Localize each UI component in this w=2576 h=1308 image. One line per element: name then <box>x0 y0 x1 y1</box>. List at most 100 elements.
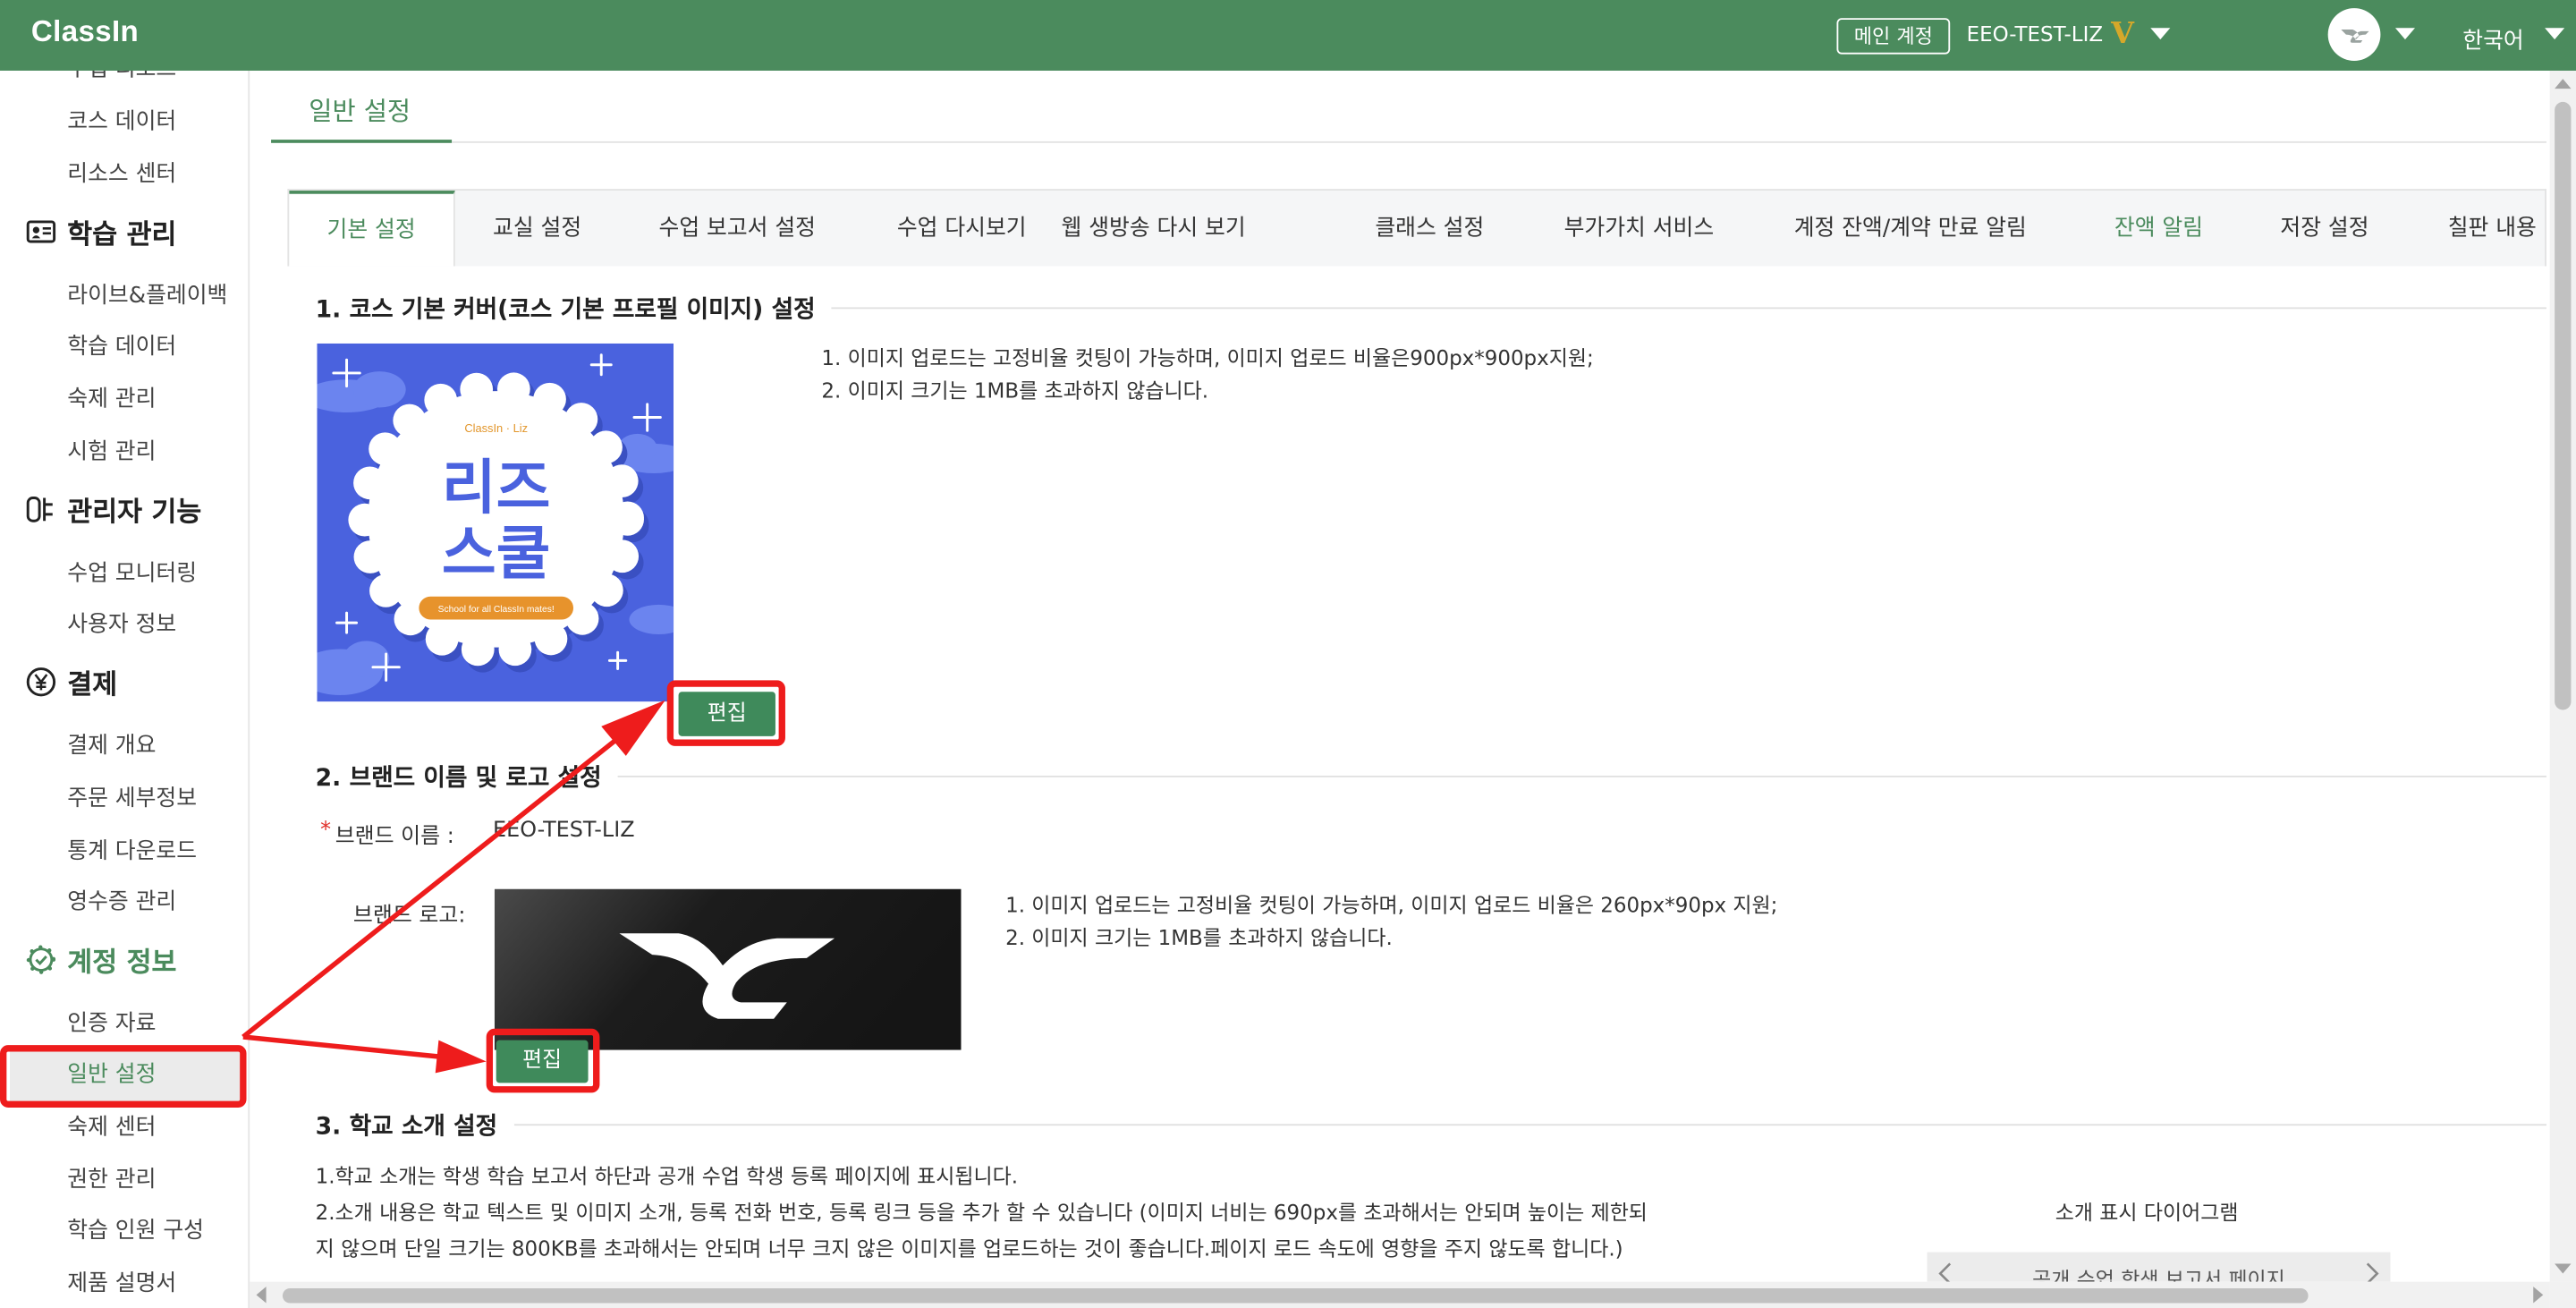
tab-basic-settings[interactable]: 기본 설정 <box>289 191 455 267</box>
horizontal-scroll-thumb[interactable] <box>282 1288 2309 1304</box>
brand-note-2: 2. 이미지 크기는 1MB를 초과하지 않습니다. <box>1005 925 1393 950</box>
settings-tabs: 기본 설정 교실 설정 수업 보고서 설정 수업 다시보기 웹 생방송 다시 보… <box>287 189 2546 267</box>
scrollbar-corner <box>2549 1281 2576 1308</box>
sidebar-section-admin[interactable]: 관리자 기능 <box>25 483 202 536</box>
chevron-down-icon[interactable] <box>2545 28 2565 40</box>
chevron-down-icon[interactable] <box>2394 28 2415 40</box>
sidebar-item-exams[interactable]: 시험 관리 <box>67 426 156 479</box>
app-window: 일반 설정 기본 설정 교실 설정 수업 보고서 설정 수업 다시보기 웹 생방… <box>0 0 2576 1308</box>
required-mark: * <box>320 818 332 844</box>
tab-classroom-settings[interactable]: 교실 설정 <box>493 191 581 266</box>
scroll-up-icon[interactable] <box>2555 79 2572 89</box>
sidebar-section-learning-management[interactable]: 학습 관리 <box>25 206 177 259</box>
intro-preview: 공개 수업 학생 보고서 페이지 <box>1927 1252 2391 1282</box>
sidebar-section-label: 결제 <box>67 668 118 701</box>
sidebar: 수업 리소스 코스 데이터 리소스 센터 학습 관리 라이브&플레이백 학습 데… <box>0 0 250 1308</box>
page-title-tab[interactable]: 일반 설정 <box>309 92 411 128</box>
sidebar-section-label: 계정 정보 <box>67 946 177 978</box>
sidebar-item-certification[interactable]: 인증 자료 <box>67 998 156 1050</box>
brand-name-value: EEO-TEST-LIZ <box>493 818 635 844</box>
edit-cover-button[interactable]: 편집 <box>678 692 775 736</box>
account-name[interactable]: EEO-TEST-LIZ <box>1967 21 2104 47</box>
avatar[interactable] <box>2327 8 2381 61</box>
top-header: ClassIn 메인 계정 EEO-TEST-LIZ V 한국어 <box>0 0 2576 71</box>
intro-line-1: 1.학교 소개는 학생 학습 보고서 하단과 공개 수업 학생 등록 페이지에 … <box>315 1163 1019 1188</box>
divider <box>452 140 2546 143</box>
tab-web-live-replay[interactable]: 웹 생방송 다시 보기 <box>1062 191 1246 266</box>
tab-blackboard-content[interactable]: 칠판 내용 <box>2448 191 2537 266</box>
brand-note-1: 1. 이미지 업로드는 고정비율 컷팅이 가능하며, 이미지 업로드 비율은 2… <box>1005 892 1778 917</box>
scroll-left-icon[interactable] <box>256 1287 267 1304</box>
sidebar-item-class-monitoring[interactable]: 수업 모니터링 <box>67 548 197 600</box>
tab-value-added-services[interactable]: 부가가치 서비스 <box>1564 191 1715 266</box>
cover-title-line1: 리즈 <box>442 454 551 522</box>
sidebar-item-course-data[interactable]: 코스 데이터 <box>67 96 176 149</box>
sidebar-item-learner-composition[interactable]: 학습 인원 구성 <box>67 1204 204 1257</box>
section-course-cover: 1. 코스 기본 커버(코스 기본 프로필 이미지) 설정 <box>316 291 2546 324</box>
cover-title-line2: 스쿨 <box>442 519 551 588</box>
sidebar-item-stats-download[interactable]: 통계 다운로드 <box>67 825 197 878</box>
chevron-down-icon[interactable] <box>2150 28 2171 40</box>
sidebar-item-general-settings[interactable]: 일반 설정 <box>67 1049 156 1101</box>
main-content: 일반 설정 기본 설정 교실 설정 수업 보고서 설정 수업 다시보기 웹 생방… <box>0 0 2550 1282</box>
course-cover-image: ClassIn · Liz 리즈 스쿨 School for all Class… <box>317 343 674 702</box>
sidebar-item-resource-center[interactable]: 리소스 센터 <box>67 148 176 200</box>
divider <box>513 1123 2546 1125</box>
preview-title: 공개 수업 학생 보고서 페이지 <box>2032 1267 2285 1282</box>
cover-note-2: 2. 이미지 크기는 1MB를 초과하지 않습니다. <box>821 378 1209 403</box>
chevron-right-icon[interactable] <box>2364 1262 2380 1282</box>
brand-logo-image <box>494 888 962 1050</box>
main-account-button[interactable]: 메인 계정 <box>1836 18 1951 55</box>
sidebar-item-user-info[interactable]: 사용자 정보 <box>67 599 176 651</box>
sidebar-item-homework-center[interactable]: 숙제 센터 <box>67 1101 156 1154</box>
intro-line-2: 2.소개 내용은 학교 텍스트 및 이미지 소개, 등록 전화 번호, 등록 링… <box>315 1199 1648 1225</box>
section-school-intro: 3. 학교 소개 설정 <box>316 1108 2546 1141</box>
sidebar-item-learning-data[interactable]: 학습 데이터 <box>67 320 176 373</box>
section-title: 2. 브랜드 이름 및 로고 설정 <box>315 765 602 792</box>
tab-balance-contract-alert[interactable]: 계정 잔액/계약 만료 알림 <box>1794 191 2027 266</box>
vip-badge-icon: V <box>2111 16 2134 51</box>
sidebar-section-label: 학습 관리 <box>67 218 177 251</box>
tab-class-settings[interactable]: 클래스 설정 <box>1375 191 1484 266</box>
sidebar-item-order-details[interactable]: 주문 세부정보 <box>67 772 197 825</box>
diagram-label: 소개 표시 다이어그램 <box>2055 1199 2239 1225</box>
scroll-down-icon[interactable] <box>2555 1263 2572 1274</box>
divider <box>618 775 2546 777</box>
cover-tagline: School for all ClassIn mates! <box>438 605 555 615</box>
cover-brand-text: ClassIn · Liz <box>464 421 528 435</box>
intro-line-3: 지 않으며 단일 크기는 800KB를 초과해서는 안되며 너무 크지 않은 이… <box>315 1236 1623 1261</box>
page-title-underline <box>271 140 453 143</box>
tab-storage-settings[interactable]: 저장 설정 <box>2280 191 2368 266</box>
vertical-scrollbar[interactable] <box>2549 70 2576 1282</box>
tab-lesson-report-settings[interactable]: 수업 보고서 설정 <box>659 191 816 266</box>
yen-icon <box>25 666 58 699</box>
tab-lesson-replay[interactable]: 수업 다시보기 <box>897 191 1027 266</box>
sidebar-section-account-info[interactable]: 계정 정보 <box>25 933 177 986</box>
section-brand: 2. 브랜드 이름 및 로고 설정 <box>316 760 2546 793</box>
sidebar-item-permissions[interactable]: 권한 관리 <box>67 1153 156 1206</box>
horizontal-scrollbar[interactable] <box>250 1281 2550 1308</box>
tab-balance-alert[interactable]: 잔액 알림 <box>2114 191 2203 266</box>
sidebar-item-receipts[interactable]: 영수증 관리 <box>67 876 176 929</box>
sidebar-section-payment[interactable]: 결제 <box>25 656 118 709</box>
cover-note-1: 1. 이미지 업로드는 고정비율 컷팅이 가능하며, 이미지 업로드 비율은90… <box>821 344 1594 370</box>
avatar-bird-icon <box>2341 30 2369 43</box>
admin-icon <box>25 493 58 526</box>
language-selector[interactable]: 한국어 <box>2462 21 2523 55</box>
classin-logo[interactable]: ClassIn <box>31 15 139 50</box>
sidebar-item-product-manual[interactable]: 제품 설명서 <box>67 1257 176 1308</box>
edit-logo-button[interactable]: 편집 <box>496 1040 589 1083</box>
brand-name-label: 브랜드 이름 : <box>335 825 454 850</box>
divider <box>831 306 2546 309</box>
sidebar-item-live-playback[interactable]: 라이브&플레이백 <box>67 269 227 322</box>
account-badge-icon <box>25 943 58 976</box>
scroll-right-icon[interactable] <box>2533 1287 2544 1304</box>
section-title: 3. 학교 소개 설정 <box>315 1113 498 1140</box>
sidebar-section-label: 관리자 기능 <box>67 496 202 528</box>
sidebar-item-payment-overview[interactable]: 결제 개요 <box>67 719 156 772</box>
section-title: 1. 코스 기본 커버(코스 기본 프로필 이미지) 설정 <box>315 296 816 323</box>
sidebar-item-homework[interactable]: 숙제 관리 <box>67 373 156 426</box>
id-card-icon <box>25 216 58 249</box>
vertical-scroll-thumb[interactable] <box>2555 101 2572 710</box>
brand-logo-label: 브랜드 로고: <box>352 904 466 929</box>
